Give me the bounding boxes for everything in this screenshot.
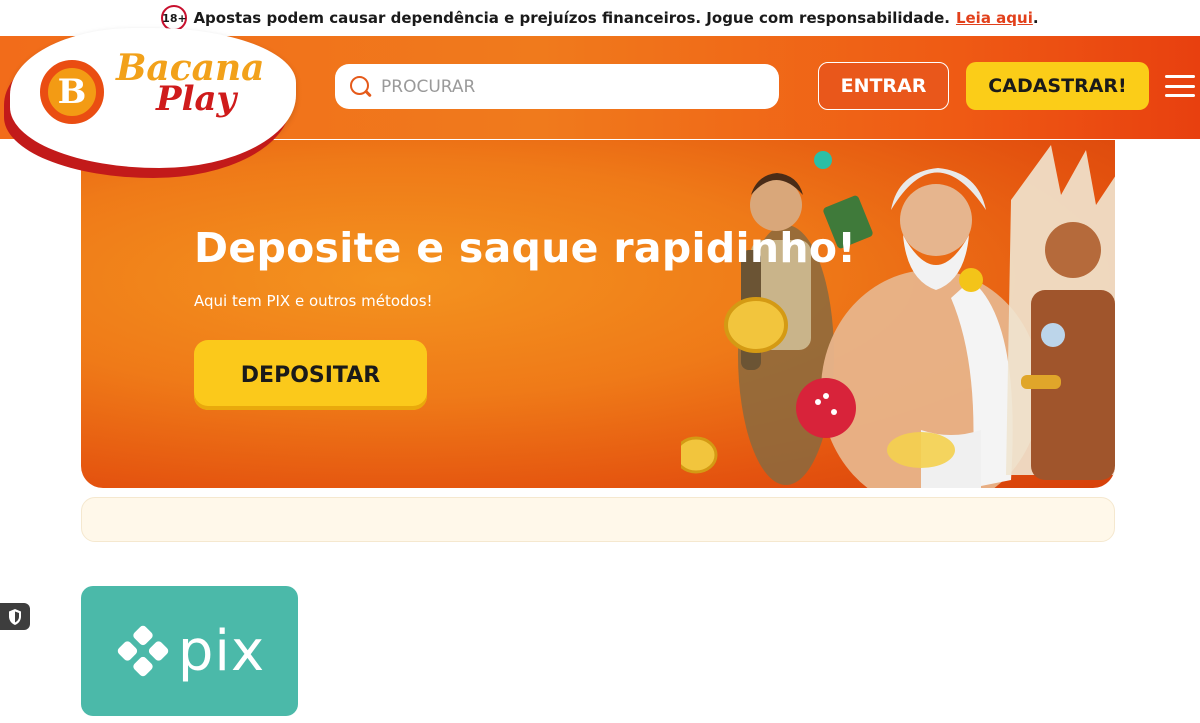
deposit-button[interactable]: DEPOSITAR [194, 340, 427, 410]
warning-message: Apostas podem causar dependência e preju… [193, 9, 950, 27]
read-more-link[interactable]: Leia aqui [956, 9, 1033, 27]
promo-banner: Deposite e saque rapidinho! Aqui tem PIX… [81, 140, 1115, 488]
pix-payment-card[interactable]: pix [81, 586, 298, 716]
hamburger-menu-icon[interactable] [1165, 75, 1195, 97]
shield-icon[interactable] [0, 603, 30, 630]
notice-strip [81, 497, 1115, 542]
age-18-badge-icon: 18+ [161, 5, 188, 31]
search-icon [349, 75, 373, 99]
banner-title: Deposite e saque rapidinho! [194, 224, 857, 272]
search-input[interactable] [381, 76, 761, 97]
bacana-play-logo-icon[interactable]: B [40, 60, 104, 124]
pix-logo-icon [117, 625, 169, 677]
login-button[interactable]: ENTRAR [818, 62, 949, 110]
casino-characters-illustration [681, 145, 1115, 488]
site-logo[interactable]: Bacana Play [116, 50, 265, 116]
pix-label: pix [177, 618, 266, 684]
search-bar[interactable] [335, 64, 779, 109]
register-button[interactable]: CADASTRAR! [966, 62, 1149, 110]
warning-trailing-dot: . [1032, 9, 1039, 27]
banner-subtitle: Aqui tem PIX e outros métodos! [194, 292, 433, 310]
